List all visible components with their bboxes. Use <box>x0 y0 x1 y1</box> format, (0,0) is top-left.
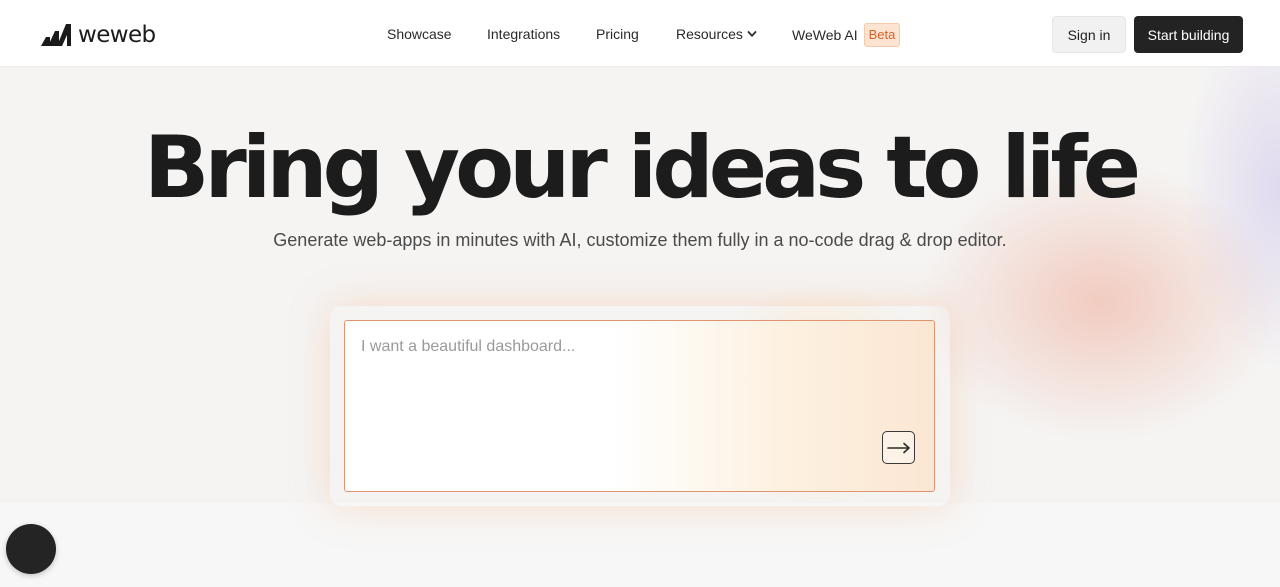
arrow-right-icon <box>886 442 910 453</box>
lower-section <box>0 503 1280 587</box>
start-building-button[interactable]: Start building <box>1134 16 1243 53</box>
brand-logo[interactable]: weweb <box>41 22 156 48</box>
nav-weweb-ai[interactable]: WeWeb AI Beta <box>792 23 901 47</box>
chevron-down-icon <box>747 31 757 37</box>
hero-subtitle: Generate web-apps in minutes with AI, cu… <box>273 230 1007 250</box>
nav-integrations[interactable]: Integrations <box>487 24 560 44</box>
top-nav-bar: weweb Showcase Integrations Pricing Reso… <box>0 0 1280 67</box>
nav-showcase[interactable]: Showcase <box>387 24 452 44</box>
chat-launcher-icon[interactable] <box>6 524 56 574</box>
sign-in-button[interactable]: Sign in <box>1052 16 1126 53</box>
beta-badge: Beta <box>863 23 901 47</box>
nav-resources[interactable]: Resources <box>676 24 757 44</box>
brand-name: weweb <box>78 22 156 48</box>
nav-resources-label: Resources <box>676 26 743 42</box>
nav-weweb-ai-label: WeWeb AI <box>792 27 858 43</box>
hero-title: Bring your ideas to life <box>143 118 1141 218</box>
prompt-input[interactable] <box>361 335 881 359</box>
page: weweb Showcase Integrations Pricing Reso… <box>0 0 1280 587</box>
prompt-box <box>344 320 935 492</box>
submit-prompt-button[interactable] <box>882 431 915 464</box>
nav-pricing[interactable]: Pricing <box>596 24 639 44</box>
weweb-logo-icon <box>41 24 71 46</box>
